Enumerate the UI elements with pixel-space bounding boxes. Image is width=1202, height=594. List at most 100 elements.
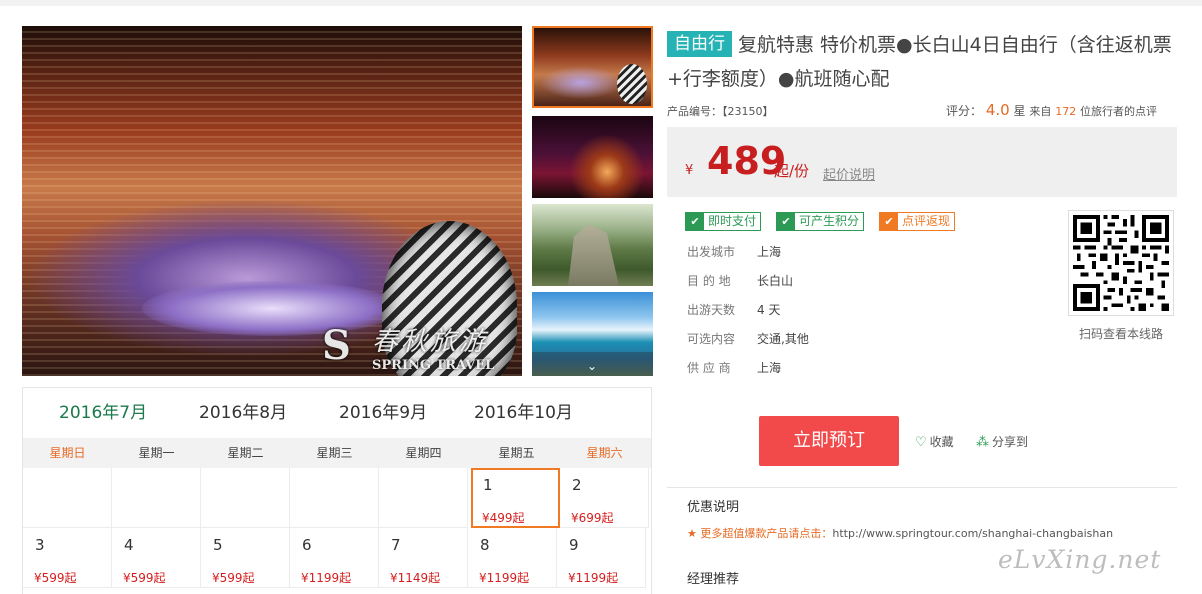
calendar-day[interactable]: 8 ¥1199起	[468, 528, 557, 588]
day-number: 5	[213, 536, 223, 554]
tab-month-2[interactable]: 2016年8月	[199, 388, 287, 438]
agent-recommend-title: 经理推荐	[687, 572, 740, 587]
weekday-tue: 星期二	[227, 446, 264, 460]
info-label: 目 的 地	[687, 274, 731, 288]
calendar-day[interactable]: 3 ¥599起	[23, 528, 112, 588]
calendar-day[interactable]: 1 ¥499起	[471, 468, 560, 528]
thumbnail-1[interactable]	[532, 26, 653, 108]
day-price: ¥1149起	[390, 571, 441, 585]
info-label: 可选内容	[687, 332, 736, 346]
thumbnail-4[interactable]: ⌄	[532, 292, 653, 376]
main-product-photo[interactable]: S 春秋旅游 SPRING TRAVEL	[22, 26, 522, 376]
day-number: 9	[569, 536, 579, 554]
offers-link[interactable]: ★ 更多超值爆款产品请点击：http://www.springtour.com/…	[687, 525, 1113, 541]
calendar-empty-cell	[379, 468, 468, 528]
share-button[interactable]: ⁂ 分享到	[976, 433, 1028, 450]
qr-code-icon	[1073, 215, 1169, 311]
qr-caption: 扫码查看本线路	[1079, 327, 1164, 341]
day-price: ¥599起	[212, 571, 255, 585]
day-price: ¥1199起	[301, 571, 352, 585]
check-icon: ✔	[777, 213, 795, 230]
calendar-day[interactable]: 5 ¥599起	[201, 528, 290, 588]
info-label: 供 应 商	[687, 361, 731, 375]
calendar-day[interactable]: 7 ¥1149起	[379, 528, 468, 588]
info-value: 4 天	[757, 303, 781, 317]
heart-icon: ♡	[915, 435, 927, 450]
thumbnail-2[interactable]	[532, 116, 653, 198]
weekday-sun: 星期日	[49, 446, 86, 460]
day-number: 6	[302, 536, 312, 554]
product-code: 产品编号：【23150】	[667, 105, 774, 118]
badge-review-cashback: ✔ 点评返现	[879, 212, 956, 231]
tab-month-1[interactable]: 2016年7月	[59, 388, 147, 438]
day-price: ¥1199起	[568, 571, 619, 585]
info-value: 上海	[757, 245, 782, 259]
weekday-sat: 星期六	[586, 446, 623, 460]
chevron-down-icon[interactable]: ⌄	[587, 360, 597, 372]
price-explain-link[interactable]: 起价说明	[823, 164, 875, 183]
favorite-button[interactable]: ♡ 收藏	[915, 433, 954, 450]
calendar-empty-cell	[201, 468, 290, 528]
section-divider	[667, 487, 1177, 488]
product-title: 复航特惠 特价机票●长白山4日自由行（含往返机票+行李额度）●航班随心配	[667, 34, 1172, 90]
info-label: 出发城市	[687, 245, 736, 259]
reviews-suffix: 位旅行者的点评	[1080, 105, 1158, 118]
calendar-day[interactable]: 4 ¥599起	[112, 528, 201, 588]
currency-symbol: ¥	[685, 163, 694, 178]
info-value: 长白山	[757, 274, 794, 288]
weekday-wed: 星期三	[316, 446, 353, 460]
info-label: 出游天数	[687, 303, 736, 317]
day-price: ¥599起	[34, 571, 77, 585]
day-price: ¥499起	[482, 511, 525, 525]
site-watermark: eLvXing.net	[998, 545, 1162, 574]
reviews-count[interactable]: 172	[1055, 105, 1076, 118]
thumbnail-3[interactable]	[532, 204, 653, 286]
free-travel-tag: 自由行	[667, 31, 732, 57]
price-unit: 起/份	[774, 162, 810, 180]
reviews-prefix: 来自	[1029, 105, 1052, 118]
weekday-header: 星期日 星期一 星期二 星期三 星期四 星期五 星期六	[23, 438, 651, 468]
watermark-logo-icon: S	[322, 322, 351, 369]
day-number: 7	[391, 536, 401, 554]
product-title-block: 自由行 复航特惠 特价机票●长白山4日自由行（含往返机票+行李额度）●航班随心配	[667, 28, 1187, 96]
badge-instant-pay: ✔ 即时支付	[685, 212, 762, 231]
thumbnail-strip: ⌄	[532, 26, 653, 376]
weekday-thu: 星期四	[405, 446, 442, 460]
top-divider	[0, 0, 1202, 6]
check-icon: ✔	[686, 213, 704, 230]
calendar-day[interactable]: 9 ¥1199起	[557, 528, 646, 588]
offers-title: 优惠说明	[687, 500, 740, 515]
weekday-fri: 星期五	[498, 446, 535, 460]
watermark-en: SPRING TRAVEL	[372, 358, 495, 373]
tab-month-3[interactable]: 2016年9月	[339, 388, 427, 438]
weekday-mon: 星期一	[138, 446, 175, 460]
day-number: 1	[483, 476, 493, 494]
check-icon: ✔	[880, 213, 898, 230]
score-unit: 星	[1013, 104, 1026, 118]
departure-calendar: 2016年7月 2016年8月 2016年9月 2016年10月 星期日 星期一…	[22, 387, 652, 594]
calendar-empty-cell	[23, 468, 112, 528]
qr-code	[1068, 210, 1174, 316]
share-icon: ⁂	[976, 435, 989, 450]
badge-points: ✔ 可产生积分	[776, 212, 865, 231]
day-price: ¥1199起	[479, 571, 530, 585]
offers-url[interactable]: http://www.springtour.com/shanghai-chang…	[832, 527, 1113, 540]
day-number: 8	[480, 536, 490, 554]
info-value: 交通,其他	[757, 332, 809, 346]
month-tabs: 2016年7月 2016年8月 2016年9月 2016年10月	[23, 388, 651, 438]
price-box: ¥ 489 起/份 起价说明	[667, 127, 1177, 197]
calendar-day[interactable]: 2 ¥699起	[560, 468, 649, 528]
watermark-cn: 春秋旅游	[372, 327, 489, 357]
day-price: ¥599起	[123, 571, 166, 585]
photo-watermark: S 春秋旅游 SPRING TRAVEL	[322, 324, 522, 376]
tab-month-4[interactable]: 2016年10月	[474, 388, 573, 438]
score-value: 4.0	[985, 101, 1010, 119]
day-number: 4	[124, 536, 134, 554]
book-now-button[interactable]: 立即预订	[759, 416, 899, 466]
calendar-empty-cell	[290, 468, 379, 528]
rating-summary: 评分： 4.0 星 来自 172 位旅行者的点评	[946, 101, 1157, 119]
score-label: 评分：	[946, 104, 983, 118]
calendar-day[interactable]: 6 ¥1199起	[290, 528, 379, 588]
day-price: ¥699起	[571, 511, 614, 525]
calendar-empty-cell	[112, 468, 201, 528]
